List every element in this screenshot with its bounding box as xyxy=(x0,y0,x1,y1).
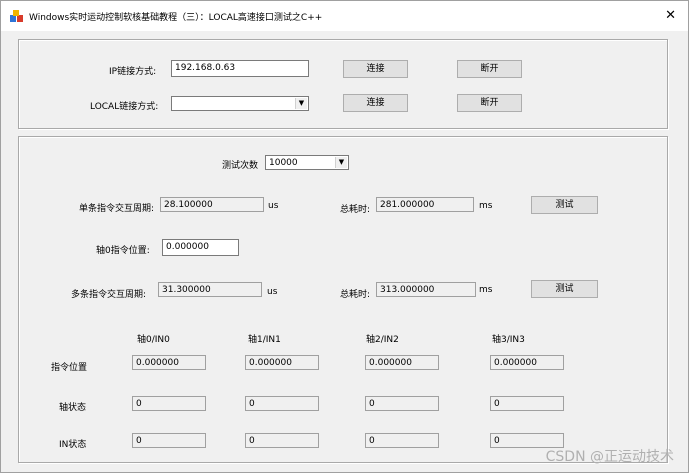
single-test-button[interactable]: 测试 xyxy=(531,196,598,214)
window-title: Windows实时运动控制软核基础教程（三）：LOCAL高速接口测试之C++ xyxy=(29,13,323,23)
test-count-select[interactable]: 10000 ▼ xyxy=(265,155,349,170)
single-cycle-unit: us xyxy=(268,201,279,211)
ip-disconnect-button[interactable]: 断开 xyxy=(457,60,522,78)
multi-cycle-label: 多条指令交互周期: xyxy=(71,290,147,300)
multi-cycle-field: 31.300000 xyxy=(158,282,262,297)
command-position-axis1: 0.000000 xyxy=(245,355,319,370)
single-total-field: 281.000000 xyxy=(376,197,474,212)
local-connect-label: LOCAL链接方式: xyxy=(90,102,159,112)
local-connect-select[interactable]: ▼ xyxy=(171,96,309,111)
row-label-axis-status: 轴状态 xyxy=(59,403,87,413)
grid-header-axis0: 轴0/IN0 xyxy=(137,335,170,345)
in-status-axis2: 0 xyxy=(365,433,439,448)
single-total-label: 总耗时: xyxy=(340,205,371,215)
multi-cycle-unit: us xyxy=(267,287,278,297)
ip-connect-button[interactable]: 连接 xyxy=(343,60,408,78)
grid-header-axis3: 轴3/IN3 xyxy=(492,335,525,345)
title-bar[interactable]: Windows实时运动控制软核基础教程（三）：LOCAL高速接口测试之C++ ✕ xyxy=(1,1,688,31)
single-cycle-field: 28.100000 xyxy=(160,197,264,212)
row-label-command-position: 指令位置 xyxy=(51,363,88,373)
axis0-position-input[interactable]: 0.000000 xyxy=(162,239,239,256)
multi-total-unit: ms xyxy=(479,285,493,295)
test-count-label: 测试次数 xyxy=(222,161,259,171)
close-icon[interactable]: ✕ xyxy=(665,8,676,23)
command-position-axis3: 0.000000 xyxy=(490,355,564,370)
single-cycle-label: 单条指令交互周期: xyxy=(79,204,155,214)
multi-total-field: 313.000000 xyxy=(376,282,476,297)
ip-connect-label: IP链接方式: xyxy=(109,67,157,77)
axis0-position-label: 轴0指令位置: xyxy=(96,246,150,256)
command-position-axis0: 0.000000 xyxy=(132,355,206,370)
app-icon xyxy=(10,10,23,22)
grid-header-axis2: 轴2/IN2 xyxy=(366,335,399,345)
watermark: CSDN @正运动技术 xyxy=(545,449,674,465)
axis-status-axis3: 0 xyxy=(490,396,564,411)
chevron-down-icon[interactable]: ▼ xyxy=(295,98,307,109)
multi-total-label: 总耗时: xyxy=(340,290,371,300)
chevron-down-icon[interactable]: ▼ xyxy=(335,157,347,168)
connection-group xyxy=(18,39,668,129)
ip-address-input[interactable]: 192.168.0.63 xyxy=(171,60,309,77)
in-status-axis1: 0 xyxy=(245,433,319,448)
axis-status-axis1: 0 xyxy=(245,396,319,411)
grid-header-axis1: 轴1/IN1 xyxy=(248,335,281,345)
row-label-in-status: IN状态 xyxy=(59,440,87,450)
local-connect-button[interactable]: 连接 xyxy=(343,94,408,112)
axis-status-axis2: 0 xyxy=(365,396,439,411)
app-window: Windows实时运动控制软核基础教程（三）：LOCAL高速接口测试之C++ ✕… xyxy=(0,0,689,473)
single-total-unit: ms xyxy=(479,201,493,211)
axis-status-axis0: 0 xyxy=(132,396,206,411)
multi-test-button[interactable]: 测试 xyxy=(531,280,598,298)
command-position-axis2: 0.000000 xyxy=(365,355,439,370)
in-status-axis0: 0 xyxy=(132,433,206,448)
test-count-value: 10000 xyxy=(269,158,298,168)
local-disconnect-button[interactable]: 断开 xyxy=(457,94,522,112)
